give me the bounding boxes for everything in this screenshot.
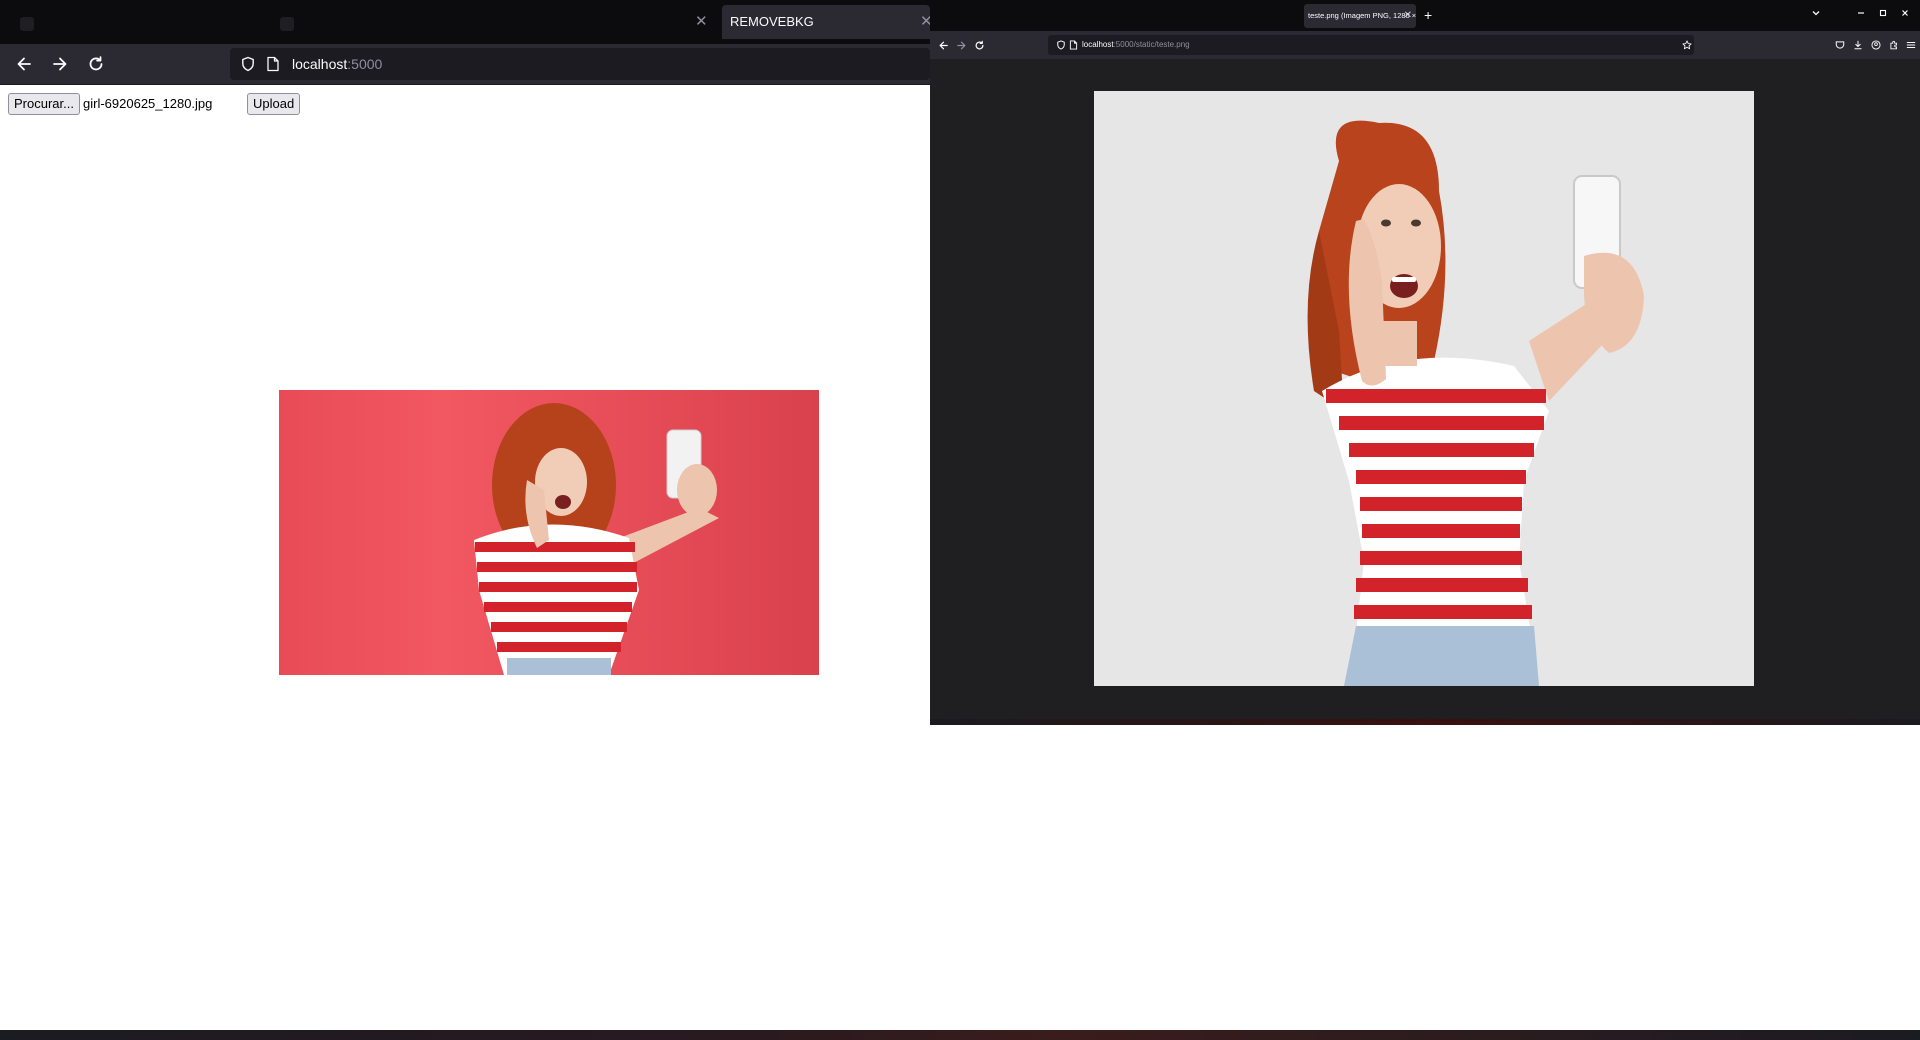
tab-teste-png[interactable]: teste.png (Imagem PNG, 1280 × 8… ✕ [1304,4,1416,28]
background-tab[interactable] [10,8,150,38]
page-icon [1069,40,1078,50]
forward-button[interactable] [46,50,74,78]
list-tabs-chevron-icon[interactable] [1811,6,1821,24]
url-path: :5000/static/teste.png [1113,40,1190,49]
download-icon [1854,40,1862,50]
url-bar[interactable]: localhost:5000 [230,48,930,80]
background-tab-icon[interactable] [270,8,310,38]
left-tab-bar: ✕ REMOVEBKG ✕ [0,0,933,44]
minimize-icon[interactable] [1856,6,1866,24]
url-port: :5000 [347,56,383,72]
arrow-right-icon [53,57,67,71]
right-browser-window: teste.png (Imagem PNG, 1280 × 8… ✕ + [930,0,1920,725]
account-icon [1871,40,1881,50]
reload-icon [89,56,103,71]
page-content: Procurar... girl-6920625_1280.jpg Upload [0,86,930,1030]
desktop: ✕ REMOVEBKG ✕ localhost:5000 Procurar...… [0,0,1920,1040]
tab-favicon-icon [280,16,294,31]
url-host: localhost [1082,40,1114,49]
url-text: localhost:5000 [292,48,382,80]
right-window-bottom-edge [930,719,1920,725]
tab-title: teste.png (Imagem PNG, 1280 × 8… [1308,11,1416,20]
taskbar [0,1030,1920,1040]
right-tab-bar: teste.png (Imagem PNG, 1280 × 8… ✕ + [930,0,1920,31]
image-viewer [930,59,1920,719]
url-text: localhost:5000/static/teste.png [1082,35,1190,55]
close-window-icon[interactable] [1900,6,1910,24]
background-removed-image [1094,91,1754,686]
menu-button[interactable] [1903,36,1919,54]
extensions-icon [1890,40,1897,50]
tab-favicon-icon [20,16,34,31]
left-nav-toolbar: localhost:5000 [0,44,930,85]
close-tab-icon[interactable]: ✕ [1404,4,1412,28]
tab-removebkg[interactable]: REMOVEBKG ✕ [722,5,933,39]
hamburger-menu-icon [1906,42,1916,48]
new-tab-plus-icon[interactable]: + [1424,4,1432,26]
url-bar[interactable]: localhost:5000/static/teste.png [1048,35,1694,55]
account-button[interactable] [1868,36,1884,54]
tab-title: REMOVEBKG [730,14,814,29]
left-browser-window: ✕ REMOVEBKG ✕ localhost:5000 Procurar...… [0,0,933,1040]
arrow-right-icon [956,41,965,49]
arrow-left-icon [17,57,31,71]
browse-button[interactable]: Procurar... [8,93,80,115]
bookmark-star-icon[interactable] [1682,40,1692,50]
reload-button[interactable] [82,50,110,78]
reload-button[interactable] [970,36,988,54]
selected-file-name: girl-6920625_1280.jpg [83,96,213,111]
shield-icon [242,56,254,72]
extensions-button[interactable] [1886,36,1902,54]
shield-icon [1057,40,1065,50]
reload-icon [975,40,983,49]
page-icon [267,56,279,72]
forward-button[interactable] [952,36,970,54]
back-button[interactable] [934,36,952,54]
pocket-icon [1835,41,1845,49]
uploaded-photo-preview [279,390,819,675]
upload-button[interactable]: Upload [247,93,301,115]
downloads-button[interactable] [1850,36,1866,54]
url-host: localhost [292,56,348,72]
arrow-left-icon [939,41,948,49]
right-nav-toolbar: localhost:5000/static/teste.png [930,31,1920,59]
maximize-icon[interactable] [1878,6,1888,24]
pocket-button[interactable] [1832,36,1848,54]
close-tab-icon[interactable]: ✕ [695,5,708,39]
back-button[interactable] [10,50,38,78]
